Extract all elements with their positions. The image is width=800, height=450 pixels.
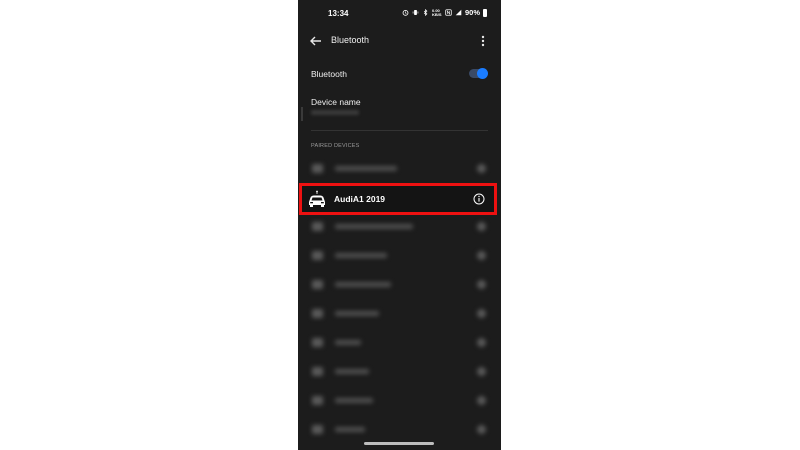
- device-name-audi: AudiA1 2019: [334, 194, 386, 204]
- car-icon: [309, 190, 325, 207]
- device-icon: [312, 425, 323, 434]
- status-bar: 13:34 0.00 KB/S 90%: [298, 0, 501, 28]
- device-icon: [312, 396, 323, 405]
- gesture-nav-handle[interactable]: [364, 442, 434, 445]
- battery-percent: 90%: [464, 8, 480, 17]
- phone-screen: 13:34 0.00 KB/S 90% Bluetooth Bluetooth …: [298, 0, 501, 450]
- bluetooth-label: Bluetooth: [311, 69, 347, 79]
- device-name-blurred: [335, 398, 373, 403]
- list-item[interactable]: [298, 358, 501, 386]
- device-name-row[interactable]: Device name: [298, 92, 501, 124]
- device-name-blurred: [335, 166, 397, 171]
- battery-icon: [483, 8, 487, 17]
- list-item[interactable]: [298, 242, 501, 270]
- divider: [311, 130, 488, 131]
- more-options-icon[interactable]: [475, 33, 491, 49]
- scroll-indicator: [301, 107, 303, 121]
- device-name-blurred: [335, 427, 365, 432]
- device-icon: [312, 280, 323, 289]
- info-icon[interactable]: [473, 193, 485, 205]
- page-title: Bluetooth: [331, 35, 370, 45]
- alarm-icon: [402, 9, 409, 16]
- info-icon[interactable]: [477, 222, 486, 231]
- bluetooth-toggle-switch[interactable]: [469, 68, 488, 79]
- device-name-blurred: [335, 311, 379, 316]
- list-item[interactable]: [298, 300, 501, 328]
- device-icon: [312, 309, 323, 318]
- list-item[interactable]: [298, 213, 501, 241]
- info-icon[interactable]: [477, 309, 486, 318]
- device-name-label: Device name: [311, 97, 361, 107]
- info-icon[interactable]: [477, 396, 486, 405]
- device-name-blurred: [335, 253, 387, 258]
- info-icon[interactable]: [477, 338, 486, 347]
- device-icon: [312, 251, 323, 260]
- device-icon: [312, 164, 323, 173]
- info-icon[interactable]: [477, 251, 486, 260]
- bluetooth-toggle-row[interactable]: Bluetooth: [298, 62, 501, 86]
- nfc-icon: [445, 9, 452, 16]
- device-name-blurred: [335, 282, 391, 287]
- paired-devices-header: PAIRED DEVICES: [311, 143, 360, 149]
- device-name-blurred: [335, 224, 413, 229]
- list-item[interactable]: [298, 271, 501, 299]
- bluetooth-icon: [423, 9, 428, 16]
- status-time: 13:34: [328, 9, 349, 18]
- highlighted-device-row[interactable]: AudiA1 2019: [299, 183, 497, 215]
- info-icon[interactable]: [477, 367, 486, 376]
- status-icons: 0.00 KB/S 90%: [402, 8, 487, 17]
- list-item[interactable]: [298, 155, 501, 183]
- device-name-blurred: [335, 340, 361, 345]
- signal-icon: [455, 9, 462, 16]
- toggle-knob: [477, 68, 488, 79]
- device-icon: [312, 338, 323, 347]
- device-icon: [312, 367, 323, 376]
- info-icon[interactable]: [477, 425, 486, 434]
- app-bar: Bluetooth: [298, 28, 501, 54]
- list-item[interactable]: [298, 329, 501, 357]
- device-name-value-blurred: [311, 110, 359, 115]
- list-item[interactable]: [298, 387, 501, 415]
- device-icon: [312, 222, 323, 231]
- device-name-blurred: [335, 369, 369, 374]
- back-arrow-icon[interactable]: [308, 33, 324, 49]
- vibrate-icon: [412, 10, 419, 15]
- data-speed: 0.00 KB/S: [431, 7, 442, 17]
- info-icon[interactable]: [477, 164, 486, 173]
- info-icon[interactable]: [477, 280, 486, 289]
- list-item[interactable]: [298, 416, 501, 444]
